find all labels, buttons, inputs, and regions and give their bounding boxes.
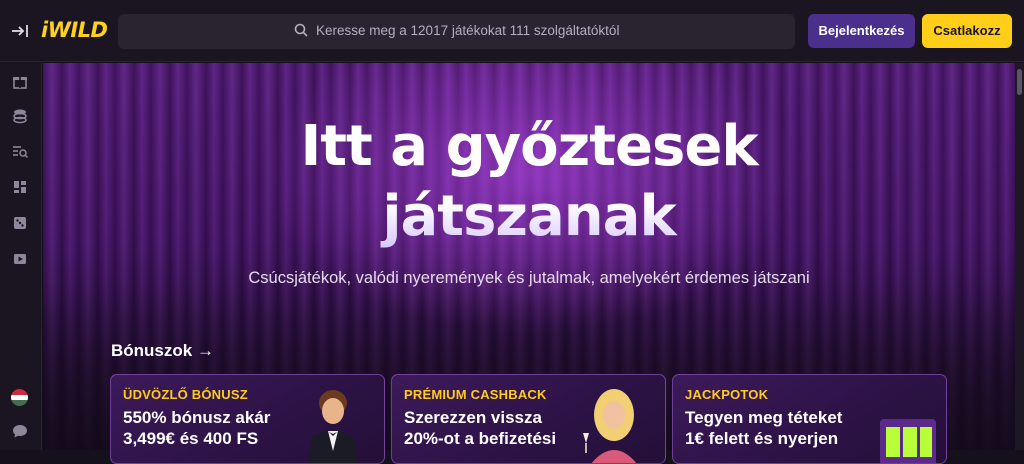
top-bar: iWILD Keresse meg a 12017 játékokat 111 …: [0, 0, 1024, 62]
lady-illustration: [583, 389, 637, 463]
hungary-flag-icon[interactable]: [11, 389, 28, 406]
hero-title-line2: játszanak: [43, 182, 1015, 252]
collapse-sidebar-icon[interactable]: [10, 22, 30, 40]
gentleman-illustration: [308, 390, 358, 463]
hero-title-line1: Itt a győztesek: [300, 114, 758, 179]
card-text: Szerezzen vissza 20%-ot a befizetési: [404, 408, 557, 448]
bonuses-title-label: Bónuszok: [111, 341, 193, 360]
hero-subtitle: Csúcsjátékok, valódi nyeremények és juta…: [248, 269, 810, 287]
card-text: Tegyen meg téteket 1€ felett és nyerjen: [685, 408, 843, 448]
slot-machine-illustration: [880, 419, 936, 463]
dashboard-icon[interactable]: [11, 178, 29, 196]
chat-icon[interactable]: [11, 422, 29, 440]
bonus-card-jackpot[interactable]: JACKPOTOK Tegyen meg téteket 1€ felett é…: [672, 374, 947, 464]
logo[interactable]: iWILD: [41, 18, 108, 42]
bonus-card-cashback[interactable]: PRÉMIUM CASHBACK Szerezzen vissza 20%-ot…: [391, 374, 666, 464]
dice-icon[interactable]: [11, 214, 29, 232]
card-tag: PRÉMIUM CASHBACK: [404, 387, 547, 402]
sidebar: [0, 62, 42, 450]
card-text: 550% bónusz akár 3,499€ és 400 FS: [123, 408, 271, 448]
search-icon: [294, 23, 308, 37]
card-tag: ÜDVÖZLŐ BÓNUSZ: [123, 387, 248, 402]
scrollbar-thumb[interactable]: [1017, 69, 1022, 95]
search-list-icon[interactable]: [11, 142, 29, 160]
arrow-right-icon: →: [196, 341, 214, 360]
play-icon[interactable]: [11, 250, 29, 268]
search-placeholder: Keresse meg a 12017 játékokat 111 szolgá…: [316, 23, 620, 38]
coins-icon[interactable]: [11, 107, 29, 125]
gift-icon[interactable]: [11, 72, 29, 90]
join-button[interactable]: Csatlakozz: [922, 14, 1012, 48]
login-button[interactable]: Bejelentkezés: [808, 14, 915, 48]
bonus-card-welcome[interactable]: ÜDVÖZLŐ BÓNUSZ 550% bónusz akár 3,499€ é…: [110, 374, 385, 464]
scrollbar[interactable]: [1015, 63, 1024, 450]
card-tag: JACKPOTOK: [685, 387, 769, 402]
search-input[interactable]: Keresse meg a 12017 játékokat 111 szolgá…: [118, 14, 795, 49]
bonuses-section-title[interactable]: Bónuszok →: [111, 341, 214, 361]
